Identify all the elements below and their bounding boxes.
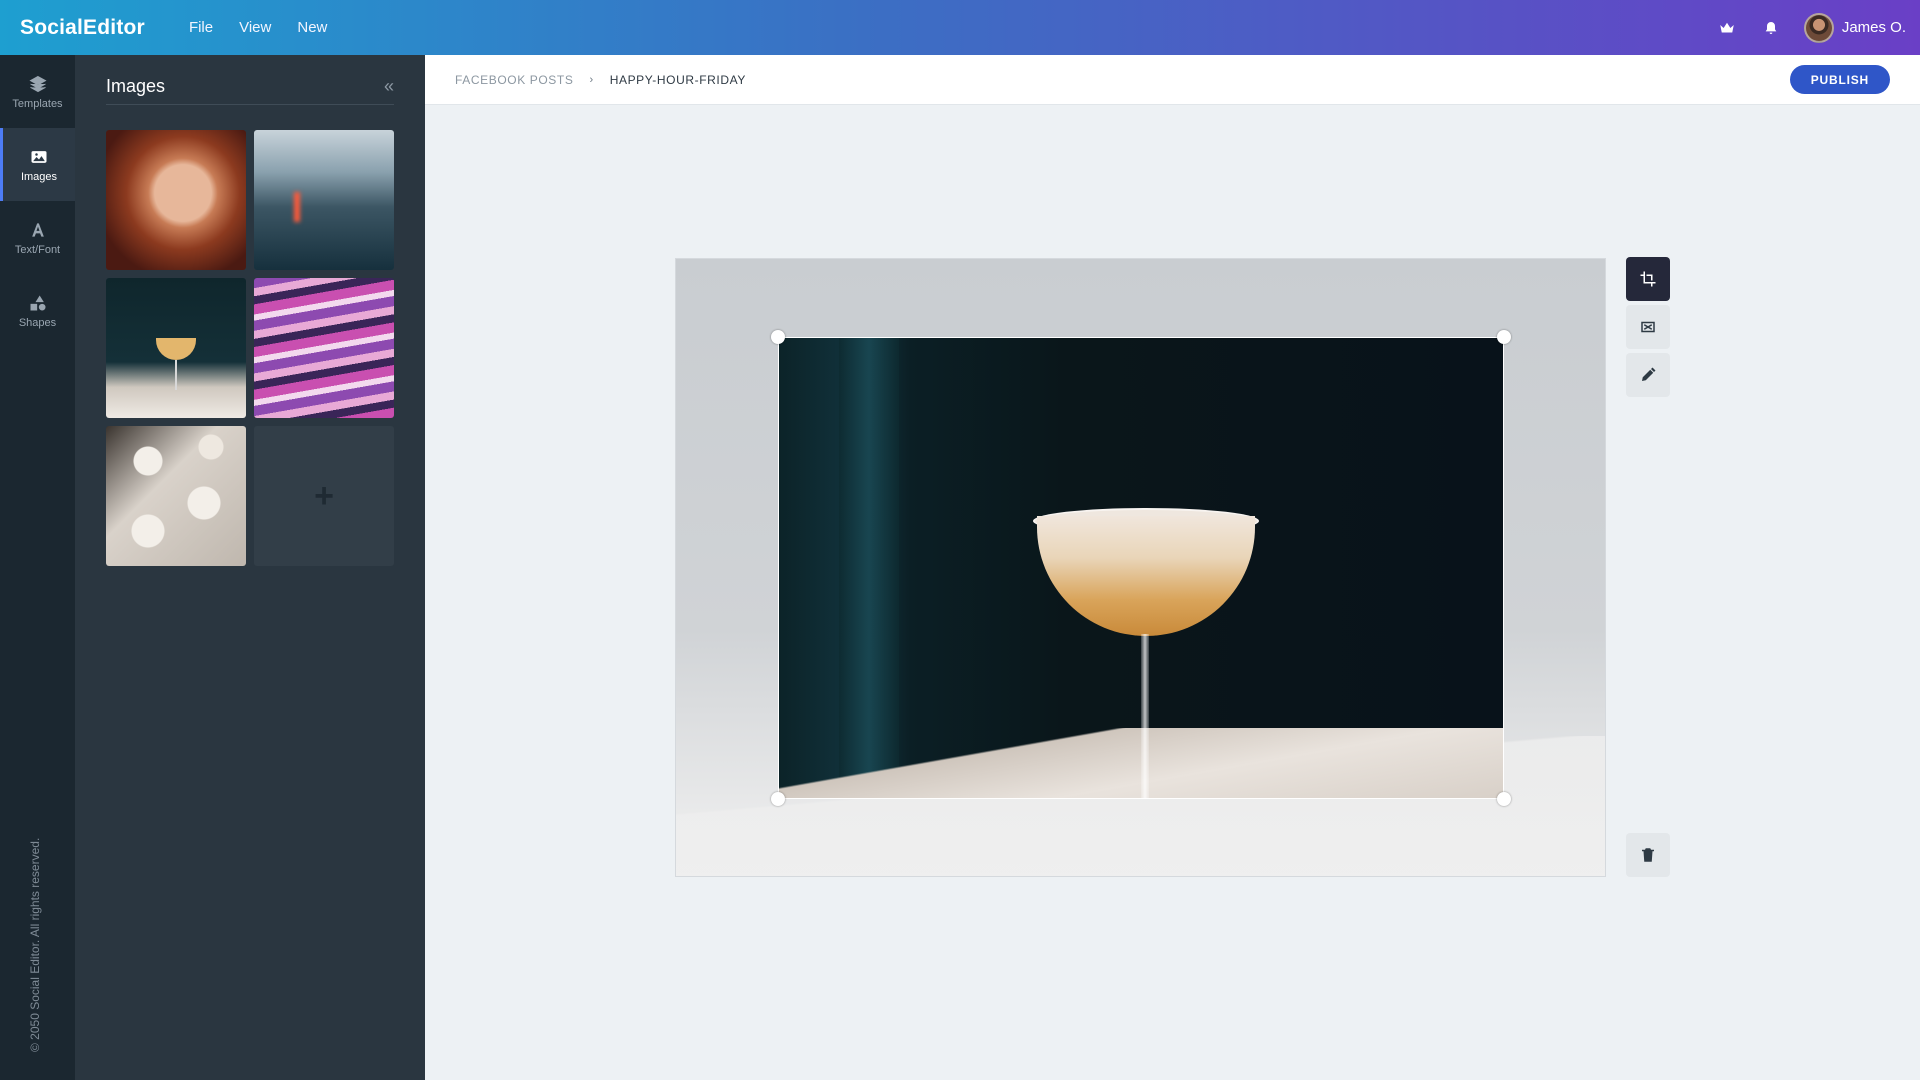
crop-selection[interactable] [778,337,1504,799]
replace-image-icon [1641,321,1655,333]
crop-handle-bottom-right[interactable] [1497,792,1511,806]
image-grid: + [106,130,396,566]
delete-button[interactable] [1626,833,1670,877]
avatar[interactable] [1803,12,1834,43]
add-image-button[interactable]: + [254,426,394,566]
rail-item-shapes[interactable]: Shapes [0,274,75,347]
crop-tool-button[interactable] [1626,257,1670,301]
rail-item-label: Templates [12,97,63,110]
crop-handle-top-left[interactable] [771,330,785,344]
image-glass-stem [1141,634,1149,798]
crop-icon [1640,271,1656,287]
breadcrumb-parent[interactable]: FACEBOOK POSTS [455,73,573,87]
image-thumbnail-cocktail[interactable] [106,278,246,418]
image-thumbnail-abstract[interactable] [254,278,394,418]
crown-icon[interactable] [1716,17,1738,39]
bell-icon[interactable] [1760,17,1782,39]
shapes-icon [30,295,45,310]
breadcrumb: FACEBOOK POSTS › HAPPY-HOUR-FRIDAY [455,55,746,105]
design-canvas[interactable] [675,258,1606,877]
user-name: James O. [1841,19,1906,36]
menu-file[interactable]: File [189,19,213,36]
editor-header: FACEBOOK POSTS › HAPPY-HOUR-FRIDAY PUBLI… [425,55,1920,105]
menu-view[interactable]: View [239,19,271,36]
edit-button[interactable] [1626,353,1670,397]
trash-icon [1642,848,1654,862]
image-thumbnail-roses[interactable] [106,426,246,566]
rail-item-label: Shapes [18,316,57,329]
publish-button[interactable]: PUBLISH [1789,65,1890,94]
image-thumbnail-lava[interactable] [254,130,394,270]
layers-icon [28,75,47,92]
image-thumbnail-portrait[interactable] [106,130,246,270]
rail-item-templates[interactable]: Templates [0,55,75,128]
app-logo[interactable]: SocialEditor [20,16,145,40]
top-bar: SocialEditor File View New James O. [0,0,1920,55]
plus-icon: + [314,476,334,515]
rail-item-label: Text/Font [14,243,61,256]
text-icon [31,222,44,237]
image-glass-bowl [1037,516,1255,636]
user-menu[interactable]: James O. [1803,12,1906,43]
rail-item-text-font[interactable]: Text/Font [0,201,75,274]
menu-new[interactable]: New [297,19,327,36]
rail-item-images[interactable]: Images [0,128,75,201]
crop-handle-top-right[interactable] [1497,330,1511,344]
pencil-icon [1642,367,1656,381]
image-icon [31,150,47,163]
main-menu: File View New [189,19,327,36]
panel-header: Images « [106,69,394,105]
top-right-controls: James O. [1716,0,1906,55]
replace-image-button[interactable] [1626,305,1670,349]
panel-title: Images [106,76,166,96]
rail-item-label: Images [20,170,58,183]
breadcrumb-current: HAPPY-HOUR-FRIDAY [609,73,746,87]
images-panel: Images « + [75,55,425,1080]
chevron-right-icon: › [589,74,594,86]
crop-handle-bottom-left[interactable] [771,792,785,806]
left-rail: Templates Images Text/Font Shapes © 2050… [0,55,75,1080]
collapse-panel-icon[interactable]: « [384,76,394,97]
